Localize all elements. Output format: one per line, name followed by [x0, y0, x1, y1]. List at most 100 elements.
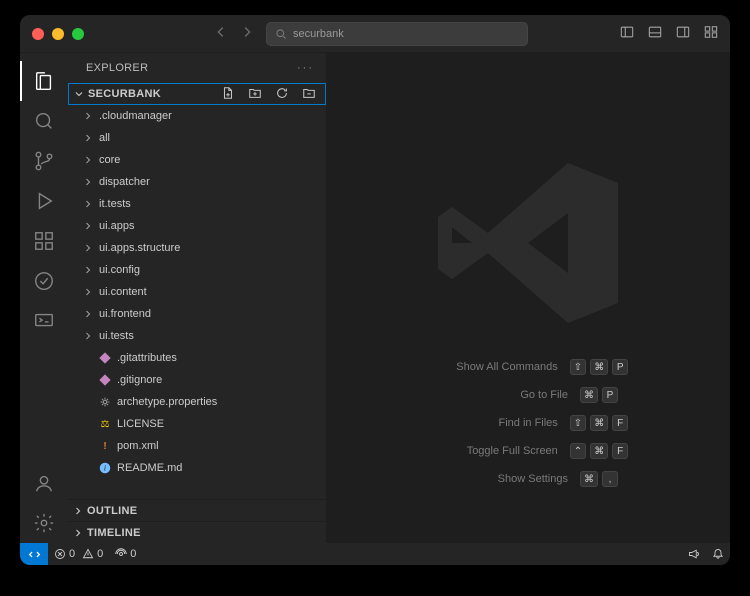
folder-name: ui.frontend [99, 308, 151, 320]
key-combo: ⇧⌘F [570, 415, 628, 431]
folder-name: all [99, 132, 110, 144]
search-tab[interactable] [20, 101, 68, 141]
accounts-button[interactable] [20, 463, 68, 503]
megaphone-icon [688, 548, 700, 560]
customize-layout-icon[interactable] [704, 25, 718, 42]
key-combo: ⌘P [580, 387, 618, 403]
key-hint: ⌃ [570, 443, 586, 459]
shortcut-label: Toggle Full Screen [428, 445, 558, 457]
file-item[interactable]: ⚖LICENSE [68, 413, 326, 435]
chevron-right-icon [82, 198, 94, 210]
folder-item[interactable]: ui.content [68, 281, 326, 303]
chevron-right-icon [72, 527, 84, 539]
command-center-search[interactable]: securbank [266, 22, 528, 46]
back-button[interactable] [214, 25, 228, 42]
shortcut-label: Go to File [438, 389, 568, 401]
problems-button[interactable]: 0 0 [48, 548, 109, 560]
key-combo: ⌘, [580, 471, 618, 487]
chevron-right-icon [82, 264, 94, 276]
folder-item[interactable]: ui.apps [68, 215, 326, 237]
key-hint: ⇧ [570, 415, 586, 431]
toggle-secondary-sidebar-icon[interactable] [676, 25, 690, 42]
main-area: EXPLORER ··· SECURBANK .cloudmanager all c… [20, 53, 730, 543]
extensions-tab[interactable] [20, 221, 68, 261]
folder-item[interactable]: ui.config [68, 259, 326, 281]
chevron-right-icon [72, 505, 84, 517]
folder-name: ui.content [99, 286, 147, 298]
file-name: archetype.properties [117, 396, 217, 408]
file-item[interactable]: .gitignore [68, 369, 326, 391]
folder-name: dispatcher [99, 176, 150, 188]
shortcut-label: Show All Commands [428, 361, 558, 373]
file-name: .gitattributes [117, 352, 177, 364]
maximize-window-button[interactable] [72, 28, 84, 40]
timeline-section[interactable]: TIMELINE [68, 521, 326, 543]
settings-button[interactable] [20, 503, 68, 543]
outline-label: OUTLINE [87, 505, 137, 517]
file-name: README.md [117, 462, 182, 474]
new-folder-button[interactable] [248, 86, 265, 103]
key-hint: F [612, 443, 628, 459]
key-hint: ⌘ [590, 359, 608, 375]
toggle-sidebar-icon[interactable] [620, 25, 634, 42]
refresh-button[interactable] [275, 86, 292, 103]
shortcut-row: Find in Files⇧⌘F [428, 415, 628, 431]
git-file-icon [98, 373, 112, 387]
new-file-button[interactable] [221, 86, 238, 103]
chevron-right-icon [82, 154, 94, 166]
bell-icon [712, 548, 724, 560]
testing-tab[interactable] [20, 261, 68, 301]
minimize-window-button[interactable] [52, 28, 64, 40]
source-control-tab[interactable] [20, 141, 68, 181]
search-icon [275, 28, 287, 40]
svg-text:i: i [104, 464, 106, 473]
file-item[interactable]: i README.md [68, 457, 326, 479]
sidebar-title: EXPLORER [86, 62, 148, 74]
folder-item[interactable]: core [68, 149, 326, 171]
key-hint: ⌘ [580, 387, 598, 403]
file-item[interactable]: .gitattributes [68, 347, 326, 369]
project-actions [221, 86, 319, 103]
folder-name: ui.apps.structure [99, 242, 180, 254]
activity-bar [20, 53, 68, 543]
welcome-shortcuts: Show All Commands⇧⌘PGo to File⌘PFind in … [326, 359, 730, 487]
file-item[interactable]: !pom.xml [68, 435, 326, 457]
folder-name: core [99, 154, 120, 166]
forward-button[interactable] [240, 25, 254, 42]
folder-item[interactable]: ui.apps.structure [68, 237, 326, 259]
remote-button[interactable] [20, 543, 48, 565]
folder-item[interactable]: all [68, 127, 326, 149]
run-debug-tab[interactable] [20, 181, 68, 221]
feedback-button[interactable] [682, 548, 706, 560]
sidebar-more-button[interactable]: ··· [297, 62, 314, 74]
notifications-button[interactable] [706, 548, 730, 560]
folder-item[interactable]: .cloudmanager [68, 105, 326, 127]
folder-item[interactable]: ui.tests [68, 325, 326, 347]
folder-name: ui.apps [99, 220, 134, 232]
file-tree: .cloudmanager all core dispatcher it.tests ui… [68, 105, 326, 499]
key-hint: ⌘ [590, 443, 608, 459]
window-controls [32, 28, 84, 40]
readme-file-icon: i [98, 461, 112, 475]
ports-button[interactable]: 0 [109, 548, 142, 560]
remote-explorer-tab[interactable] [20, 301, 68, 341]
outline-section[interactable]: OUTLINE [68, 499, 326, 521]
ports-icon [115, 548, 127, 560]
file-item[interactable]: archetype.properties [68, 391, 326, 413]
toggle-panel-icon[interactable] [648, 25, 662, 42]
chevron-right-icon [82, 132, 94, 144]
folder-item[interactable]: ui.frontend [68, 303, 326, 325]
key-hint: ⌘ [590, 415, 608, 431]
vscode-window: securbank EXPLORER ··· [20, 15, 730, 565]
folder-item[interactable]: it.tests [68, 193, 326, 215]
folder-name: .cloudmanager [99, 110, 172, 122]
error-count: 0 [69, 548, 75, 560]
folder-item[interactable]: dispatcher [68, 171, 326, 193]
title-bar: securbank [20, 15, 730, 53]
folder-name: it.tests [99, 198, 131, 210]
collapse-folders-button[interactable] [302, 86, 319, 103]
project-header[interactable]: SECURBANK [68, 83, 326, 105]
explorer-tab[interactable] [20, 61, 68, 101]
shortcut-row: Toggle Full Screen ⌃⌘F [428, 443, 628, 459]
close-window-button[interactable] [32, 28, 44, 40]
